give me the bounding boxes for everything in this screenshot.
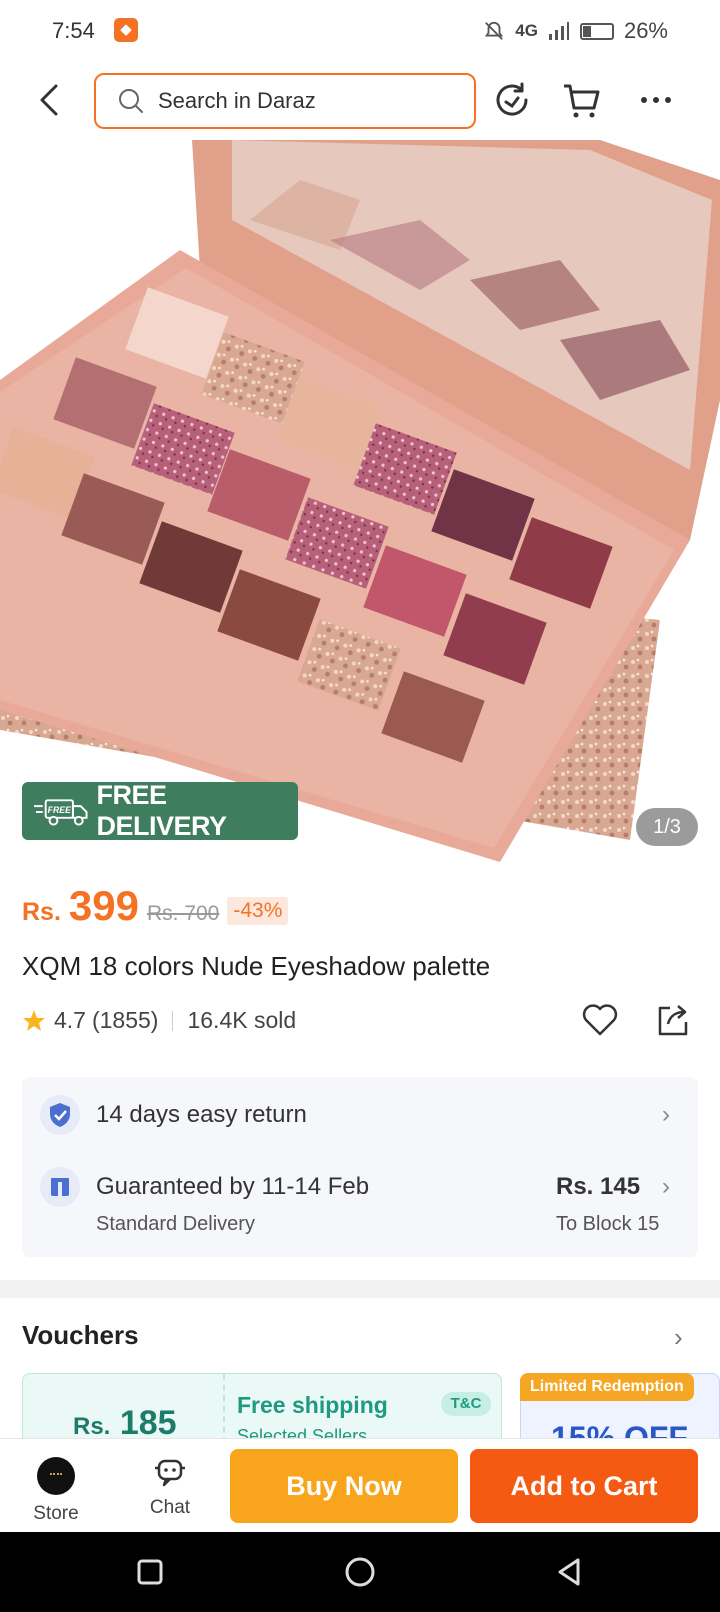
search-icon xyxy=(119,89,143,113)
status-indicators: 4G 26% xyxy=(483,18,668,44)
price-value: 399 xyxy=(68,882,139,929)
store-logo xyxy=(37,1457,75,1495)
product-image[interactable] xyxy=(0,140,720,862)
chat-label: Chat xyxy=(149,1497,191,1518)
eyeshadow-palette-image xyxy=(0,140,720,862)
limited-redemption-badge: Limited Redemption xyxy=(520,1373,694,1401)
free-delivery-badge: FREE FREE DELIVERY xyxy=(22,780,298,841)
back-arrow-icon[interactable] xyxy=(28,78,72,122)
app-notification-icon: ◆ xyxy=(114,18,138,42)
status-time: 7:54 xyxy=(52,18,95,43)
sold-count: 16.4K sold xyxy=(187,1007,297,1033)
delivery-guarantee-text[interactable]: Guaranteed by 11-14 Feb xyxy=(96,1173,369,1201)
divider xyxy=(172,1010,174,1031)
review-count: (1855) xyxy=(91,1007,159,1033)
battery-icon xyxy=(579,22,614,40)
rating-row[interactable]: 4.7 (1855) 16.4K sold xyxy=(22,1007,296,1034)
price-currency: Rs. xyxy=(22,898,61,926)
vouchers-title: Vouchers xyxy=(22,1320,139,1350)
signal-icon xyxy=(548,22,569,40)
product-title: XQM 18 colors Nude Eyeshadow palette xyxy=(22,951,491,981)
mute-icon xyxy=(485,21,504,40)
store-button[interactable]: Store xyxy=(22,1451,90,1524)
old-price: Rs. 700 xyxy=(146,902,220,925)
search-placeholder: Search in Daraz xyxy=(158,88,316,113)
chevron-right-icon[interactable]: › xyxy=(662,1173,670,1201)
share-icon[interactable] xyxy=(652,1000,692,1040)
rating-value: 4.7 xyxy=(54,1007,86,1033)
history-icon[interactable] xyxy=(490,78,534,122)
chevron-right-icon[interactable]: › xyxy=(674,1322,683,1353)
delivery-type: Standard Delivery xyxy=(96,1213,255,1235)
status-bar: 7:54 ◆ 4G 26% xyxy=(0,0,720,60)
delivery-truck-icon: FREE xyxy=(34,799,88,826)
delivery-location[interactable]: To Block 15 xyxy=(556,1213,659,1236)
chevron-right-icon[interactable]: › xyxy=(662,1101,670,1129)
chat-icon xyxy=(155,1459,185,1487)
star-icon xyxy=(23,1009,45,1031)
return-policy-text[interactable]: 14 days easy return xyxy=(96,1101,307,1129)
free-delivery-label: FREE DELIVERY xyxy=(96,780,228,841)
tc-badge[interactable]: T&C xyxy=(441,1392,491,1416)
add-to-cart-button[interactable]: Add to Cart xyxy=(470,1449,698,1523)
action-bar: Store Chat Buy Now Add to Cart xyxy=(0,1438,720,1532)
back-nav-icon[interactable] xyxy=(550,1552,590,1592)
buy-now-button[interactable]: Buy Now xyxy=(230,1449,458,1523)
recents-icon[interactable] xyxy=(130,1552,170,1592)
cart-icon[interactable] xyxy=(560,78,604,122)
search-input[interactable]: Search in Daraz xyxy=(94,73,476,129)
store-label: Store xyxy=(33,1503,79,1524)
top-bar: Search in Daraz xyxy=(0,60,720,140)
battery-percent: 26% xyxy=(623,18,668,43)
price-row: Rs. 399 Rs. 700 -43% xyxy=(22,882,289,930)
heart-icon[interactable] xyxy=(580,1000,620,1040)
chat-button[interactable]: Chat xyxy=(136,1451,204,1523)
voucher-label: Free shipping xyxy=(237,1392,388,1418)
more-icon[interactable] xyxy=(634,78,678,122)
delivery-price: Rs. 145 xyxy=(556,1173,641,1200)
home-icon[interactable] xyxy=(340,1552,380,1592)
image-pager: 1/3 xyxy=(636,808,698,846)
free-icon-text: FREE xyxy=(48,805,73,815)
network-type: 4G xyxy=(515,21,538,40)
section-divider xyxy=(0,1280,720,1298)
shield-check-icon xyxy=(40,1095,80,1135)
discount-badge: -43% xyxy=(227,897,289,925)
delivery-package-icon xyxy=(40,1167,80,1207)
system-nav-bar xyxy=(0,1532,720,1612)
service-card: 14 days easy return › Guaranteed by 11-1… xyxy=(22,1077,698,1257)
